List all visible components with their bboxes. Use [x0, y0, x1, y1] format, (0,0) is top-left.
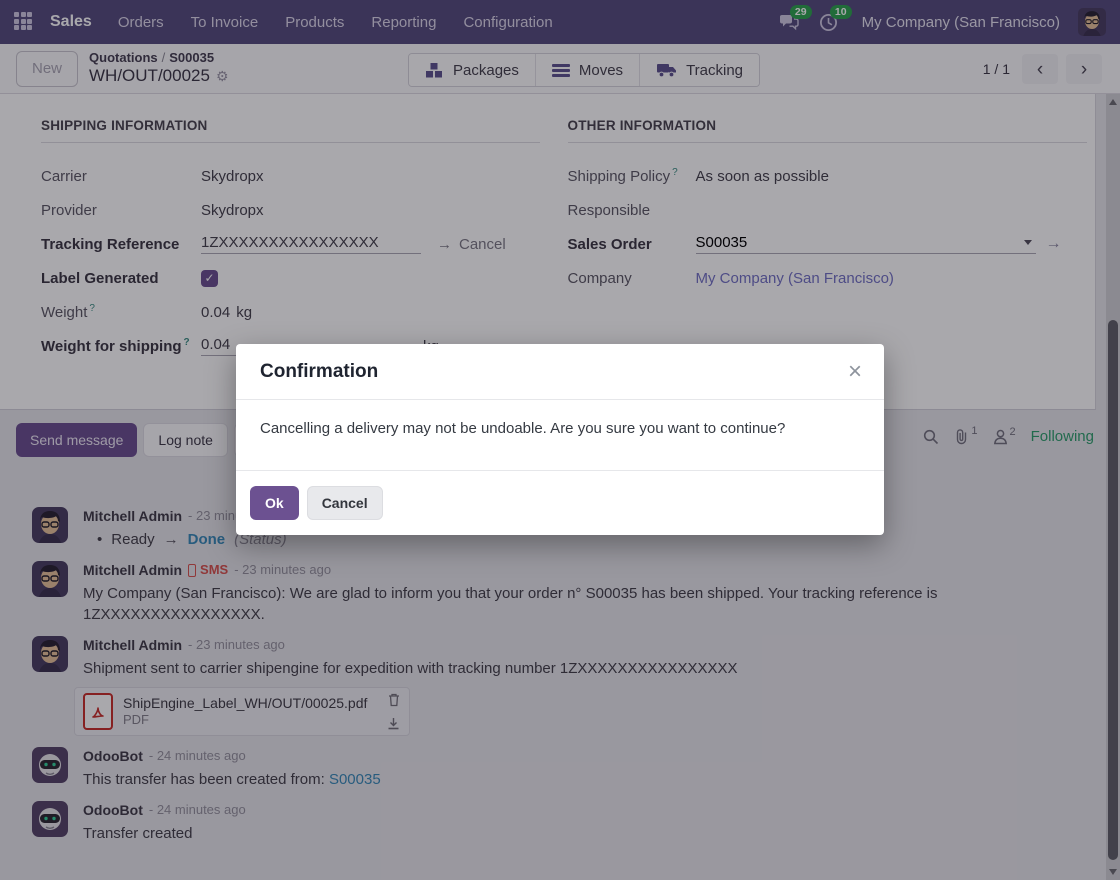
confirmation-dialog: Confirmation × Cancelling a delivery may… [236, 344, 884, 535]
dialog-header: Confirmation × [236, 344, 884, 400]
app-window: Sales Orders To Invoice Products Reporti… [0, 0, 1120, 880]
close-icon[interactable]: × [848, 359, 862, 384]
ok-button[interactable]: Ok [250, 486, 299, 520]
cancel-button[interactable]: Cancel [306, 486, 383, 520]
dialog-footer: Ok Cancel [236, 470, 884, 535]
dialog-body-text: Cancelling a delivery may not be undoabl… [260, 420, 786, 437]
dialog-title: Confirmation [260, 360, 379, 382]
